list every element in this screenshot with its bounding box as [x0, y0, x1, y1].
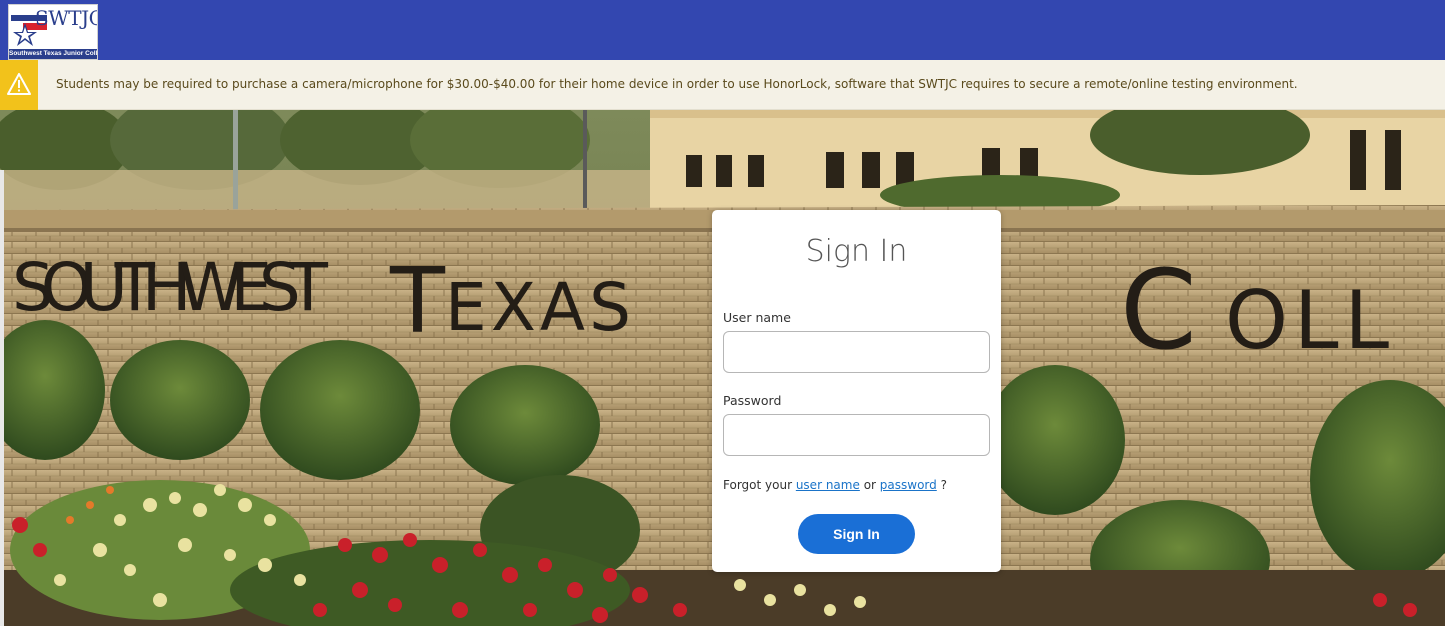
svg-text:T: T [389, 249, 449, 354]
password-label: Password [723, 393, 782, 408]
svg-text:OLL: OLL [1225, 274, 1395, 367]
signin-card: Sign In User name Password Forgot your u… [712, 210, 1001, 572]
alert-icon-container [0, 60, 38, 110]
password-input[interactable] [723, 414, 990, 456]
signin-title: Sign In [805, 234, 908, 269]
svg-text:C: C [1120, 246, 1203, 374]
top-header-bar: SWTJC Southwest Texas Junior College [0, 0, 1445, 60]
warning-icon [7, 73, 31, 95]
login-page: SWTJC Southwest Texas Junior College Stu… [0, 0, 1445, 626]
forgot-suffix: ? [940, 478, 947, 492]
signin-button[interactable]: Sign In [798, 514, 915, 554]
forgot-password-link[interactable]: password [880, 478, 937, 492]
alert-message: Students may be required to purchase a c… [56, 77, 1298, 91]
swtjc-logo[interactable]: SWTJC Southwest Texas Junior College [8, 4, 98, 60]
forgot-or: or [863, 478, 876, 492]
logo-subtext: Southwest Texas Junior College [9, 49, 97, 59]
username-label: User name [723, 310, 791, 325]
forgot-credentials-text: Forgot your user name or password ? [723, 478, 947, 492]
svg-text:SOUTHWEST: SOUTHWEST [12, 249, 332, 326]
forgot-prefix: Forgot your [723, 478, 792, 492]
logo-text: SWTJC [35, 6, 98, 30]
username-input[interactable] [723, 331, 990, 373]
forgot-username-link[interactable]: user name [796, 478, 860, 492]
alert-banner: Students may be required to purchase a c… [0, 60, 1445, 110]
svg-text:EXAS: EXAS [445, 269, 635, 346]
